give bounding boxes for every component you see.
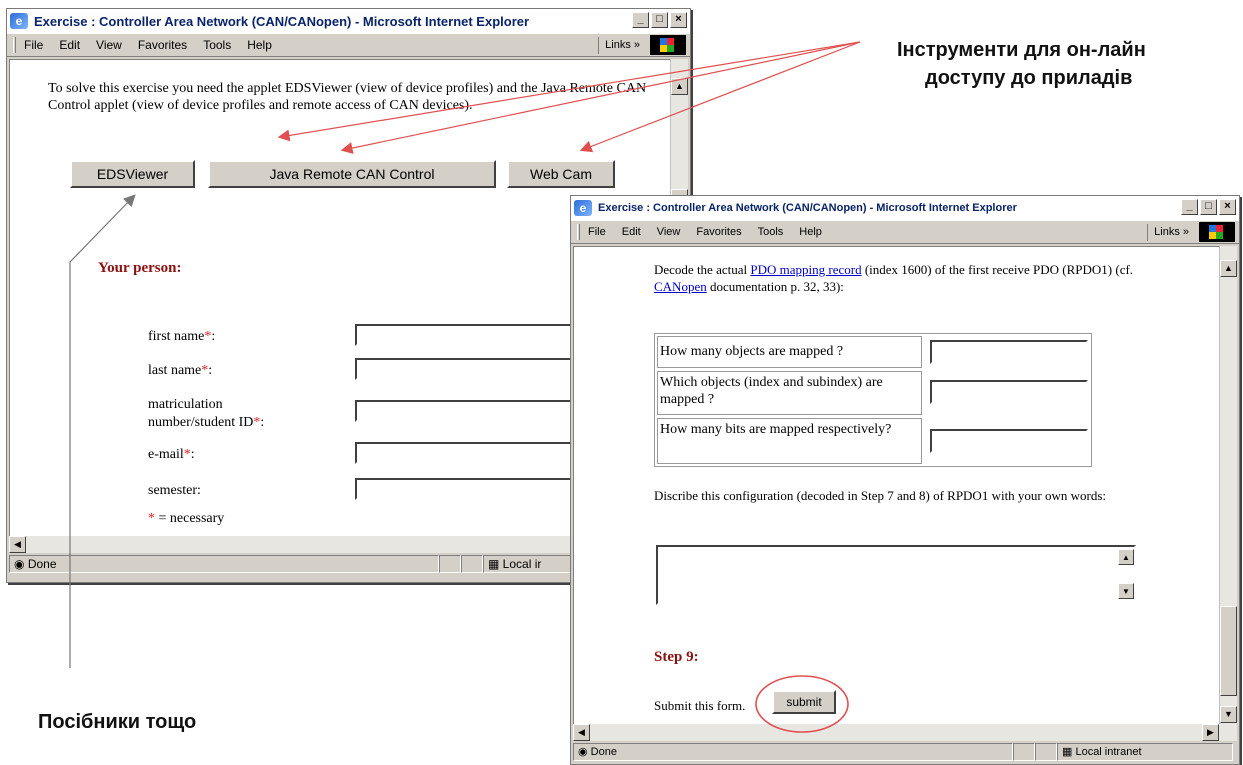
arrow-to-webcam-button bbox=[579, 41, 861, 153]
arrow-to-java-button bbox=[340, 41, 861, 154]
submit-highlight-circle bbox=[755, 675, 849, 733]
arrow-to-intro-text bbox=[277, 41, 861, 142]
annotation-arrows bbox=[69, 41, 861, 733]
arrow-to-edsviewer bbox=[69, 194, 136, 668]
